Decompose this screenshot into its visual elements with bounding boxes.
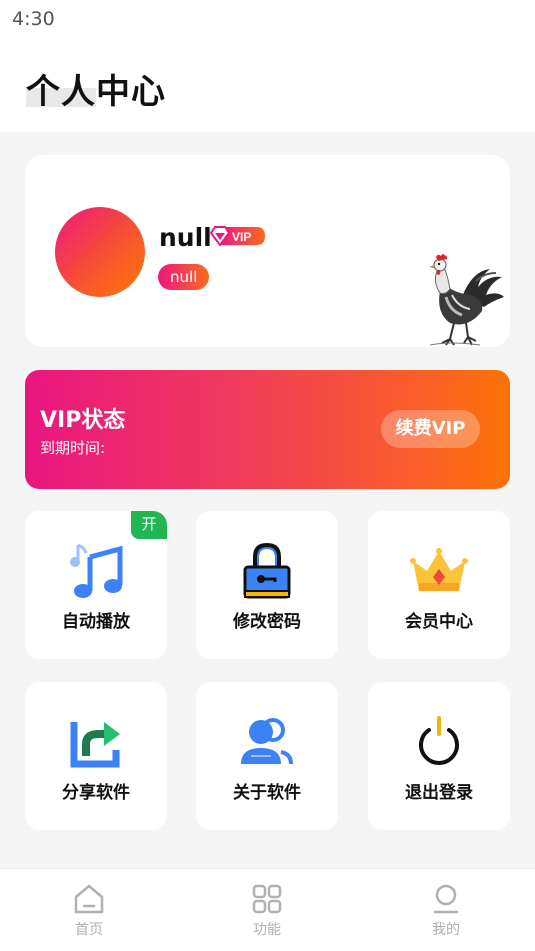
nav-item-mine[interactable]: 我的 [416, 883, 476, 943]
tile-change-password[interactable]: 修改密码 [196, 511, 338, 659]
tile-logout[interactable]: 退出登录 [368, 682, 510, 830]
crown-icon [410, 548, 468, 591]
share-icon [70, 722, 120, 768]
vip-expire-label: 到期时间: [40, 439, 106, 457]
profile-card[interactable]: null VIP null [25, 155, 510, 347]
renew-vip-button[interactable]: 续费VIP [381, 410, 480, 448]
nav-label-mine: 我的 [432, 922, 460, 938]
nav-item-functions[interactable]: 功能 [237, 883, 297, 943]
person-icon [433, 884, 459, 914]
page-title: 个人中心 [26, 72, 166, 112]
tile-label: 关于软件 [233, 783, 301, 803]
avatar[interactable] [55, 207, 145, 297]
vip-status-title: VIP状态 [40, 408, 126, 433]
tile-about-app[interactable]: 关于软件 [196, 682, 338, 830]
nav-item-home[interactable]: 首页 [59, 883, 119, 943]
header: 4:30 个人中心 [0, 0, 535, 132]
music-notes-icon [70, 543, 123, 598]
lock-icon [243, 542, 291, 599]
tile-label: 分享软件 [62, 783, 130, 803]
power-icon [419, 716, 459, 765]
tile-label: 退出登录 [405, 783, 473, 803]
username: null [159, 223, 212, 252]
users-icon [241, 718, 293, 765]
vip-status-card: VIP状态 到期时间: 续费VIP [25, 370, 510, 489]
vip-badge: VIP [209, 226, 265, 247]
home-icon [74, 884, 104, 914]
tile-auto-play[interactable]: 开 自动播放 [25, 511, 167, 659]
grid-icon [252, 884, 282, 914]
auto-play-toggle-badge[interactable]: 开 [131, 511, 167, 539]
tile-member-center[interactable]: 会员中心 [368, 511, 510, 659]
tile-label: 会员中心 [405, 612, 473, 632]
tile-label: 修改密码 [233, 612, 301, 632]
rooster-illustration [429, 254, 504, 346]
tile-label: 自动播放 [62, 612, 130, 632]
nav-label-home: 首页 [75, 922, 103, 938]
tile-share-app[interactable]: 分享软件 [25, 682, 167, 830]
status-time: 4:30 [12, 8, 55, 30]
user-tag: null [158, 264, 210, 290]
bottom-nav: 首页 功能 我的 [0, 868, 535, 951]
nav-label-functions: 功能 [253, 922, 281, 938]
vip-badge-text: VIP [232, 230, 251, 244]
